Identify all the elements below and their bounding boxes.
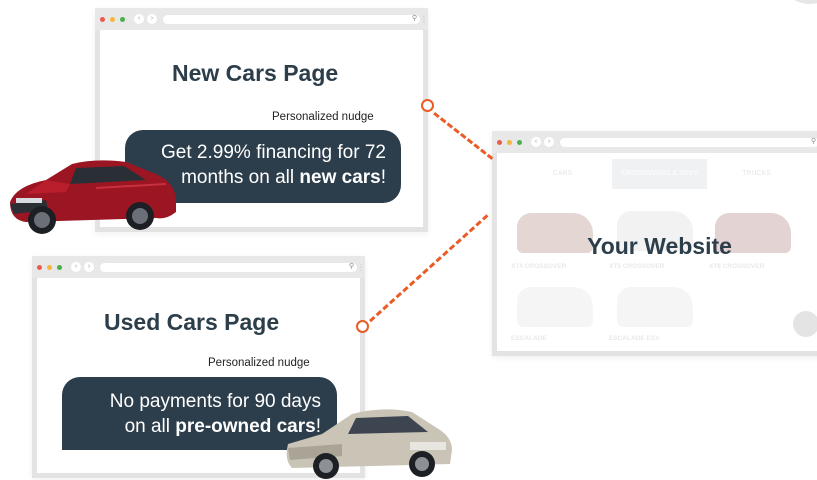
corner-decoration bbox=[790, 0, 817, 4]
vehicle-label: ESCALADE ESV bbox=[609, 335, 660, 342]
vehicle-label: XT5 CROSSOVER bbox=[609, 263, 665, 270]
minimize-dot-icon[interactable] bbox=[47, 264, 52, 270]
vehicle-label: XT4 CROSSOVER bbox=[511, 263, 567, 270]
vehicle-thumb[interactable] bbox=[517, 287, 593, 327]
forward-arrow-icon[interactable]: › bbox=[84, 262, 94, 272]
new-cars-nudge-caption: Personalized nudge bbox=[272, 111, 374, 123]
website-browser-window: ‹ › ⚲ ⋮ CARS CROSSOVERS & SUVS TRUCKS XT… bbox=[492, 131, 817, 356]
site-tab-trucks[interactable]: TRUCKS bbox=[709, 159, 804, 189]
chat-avatar-icon[interactable] bbox=[793, 311, 817, 337]
minimize-dot-icon[interactable] bbox=[507, 139, 512, 145]
vehicle-label: ESCALADE bbox=[511, 335, 547, 342]
close-dot-icon[interactable] bbox=[497, 139, 502, 145]
silver-sedan-image bbox=[286, 409, 452, 479]
back-arrow-icon[interactable]: ‹ bbox=[134, 14, 144, 24]
connector-node-icon bbox=[356, 320, 369, 333]
used-cars-page-title: Used Cars Page bbox=[104, 309, 280, 335]
back-arrow-icon[interactable]: ‹ bbox=[531, 137, 541, 147]
site-tab-crossovers[interactable]: CROSSOVERS & SUVS bbox=[612, 159, 707, 189]
back-arrow-icon[interactable]: ‹ bbox=[71, 262, 81, 272]
close-dot-icon[interactable] bbox=[100, 16, 105, 22]
kebab-menu-icon[interactable]: ⋮ bbox=[357, 263, 365, 272]
connector-node-icon bbox=[421, 99, 434, 112]
website-title: Your Website bbox=[587, 233, 732, 259]
address-bar[interactable]: ⚲ bbox=[163, 14, 420, 24]
magnifier-icon: ⚲ bbox=[348, 262, 354, 270]
kebab-menu-icon[interactable]: ⋮ bbox=[420, 15, 428, 24]
maximize-dot-icon[interactable] bbox=[517, 139, 522, 145]
maximize-dot-icon[interactable] bbox=[57, 264, 62, 270]
address-bar[interactable]: ⚲ bbox=[100, 262, 357, 272]
magnifier-icon: ⚲ bbox=[810, 137, 816, 145]
browser-titlebar: ‹ › ⚲ ⋮ bbox=[492, 131, 817, 153]
browser-titlebar: ‹ › ⚲ ⋮ bbox=[32, 256, 365, 278]
forward-arrow-icon[interactable]: › bbox=[544, 137, 554, 147]
connector-dashed-line bbox=[433, 112, 494, 160]
vehicle-label: XT6 CROSSOVER bbox=[709, 263, 765, 270]
nudge-emphasis: new cars bbox=[299, 167, 381, 188]
magnifier-icon: ⚲ bbox=[411, 14, 417, 22]
red-suv-image bbox=[10, 160, 176, 234]
vehicle-thumb[interactable] bbox=[617, 287, 693, 327]
site-tab-cars[interactable]: CARS bbox=[515, 159, 610, 189]
address-bar[interactable]: ⚲ bbox=[560, 137, 817, 147]
maximize-dot-icon[interactable] bbox=[120, 16, 125, 22]
close-dot-icon[interactable] bbox=[37, 264, 42, 270]
minimize-dot-icon[interactable] bbox=[110, 16, 115, 22]
used-cars-nudge-caption: Personalized nudge bbox=[208, 357, 310, 369]
browser-titlebar: ‹ › ⚲ ⋮ bbox=[95, 8, 428, 30]
forward-arrow-icon[interactable]: › bbox=[147, 14, 157, 24]
new-cars-page-title: New Cars Page bbox=[172, 60, 339, 86]
